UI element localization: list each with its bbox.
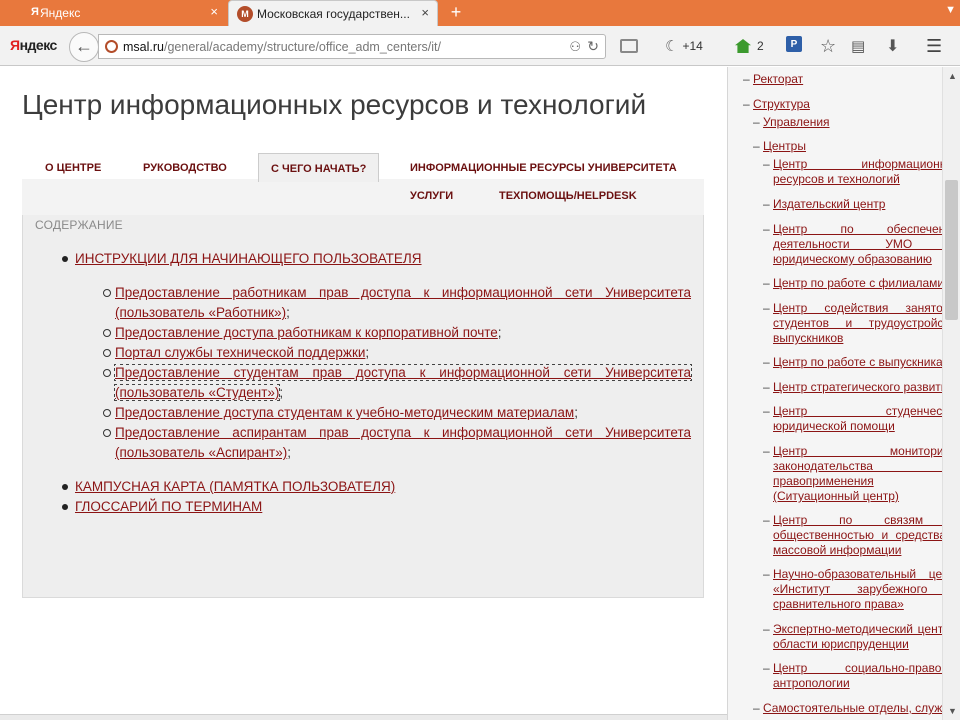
vertical-scrollbar[interactable]: ▲ ▼ [942, 67, 960, 720]
sidebar-item-pr-center[interactable]: –Центр по связям с общественностью и сре… [763, 513, 942, 558]
sidebar-item-branches-center[interactable]: – Центр по работе с филиалами [763, 276, 942, 291]
panel-heading: Содержание [35, 218, 123, 232]
sidebar-item-alumni-center[interactable]: – Центр по работе с выпускниками [763, 355, 942, 370]
sidebar-item-anthropology-center[interactable]: –Центр социально-правовой антропологии [763, 661, 942, 691]
house-icon [735, 39, 751, 53]
navigation-toolbar: Яндекс msal.ru/general/academy/structure… [0, 26, 960, 66]
list-item: Портал службы технической поддержки; [103, 343, 691, 363]
sidebar-item-legal-aid-center[interactable]: –Центр студенческой юридической помощи [763, 404, 942, 434]
tab-title: Московская государствен... [257, 7, 410, 21]
hamburger-menu-icon[interactable]: ☰ [926, 36, 942, 56]
yandex-favicon-icon: Я [31, 6, 39, 18]
tab-getting-started[interactable]: С чего начать? [258, 153, 380, 182]
list-item: Предоставление работникам прав доступа к… [103, 283, 691, 323]
close-icon[interactable]: × [421, 6, 429, 20]
sync-count: 2 [757, 39, 764, 53]
bookmarks-list-icon[interactable]: ▤ [851, 36, 865, 56]
reader-view-icon[interactable]: ⚇ [569, 39, 581, 55]
section-link-glossary[interactable]: ГЛОССАРИЙ ПО ТЕРМИНАМ [75, 499, 262, 514]
sync-widget[interactable]: 2 [735, 36, 764, 56]
sidebar-item-independent-units[interactable]: – Самостоятельные отделы, службы [753, 701, 942, 716]
tab-list-icon[interactable]: ▼ [945, 4, 956, 16]
sidebar-item-centers[interactable]: – Центры [753, 139, 806, 154]
list-item: Предоставление доступа студентам к учебн… [103, 403, 691, 423]
list-item: Предоставление студентам прав доступа к … [103, 363, 692, 403]
sidebar-item-strategy-center[interactable]: – Центр стратегического развития [763, 380, 942, 395]
address-bar[interactable]: msal.ru/general/academy/structure/office… [98, 34, 606, 59]
page-title: Центр информационных ресурсов и технолог… [22, 89, 647, 120]
url-text[interactable]: msal.ru/general/academy/structure/office… [123, 40, 441, 54]
subitem-link[interactable]: Предоставление доступа работникам к корп… [115, 325, 498, 340]
browser-tab-bar: Я Яндекс × М Московская государствен... … [0, 0, 960, 27]
pocket-icon[interactable]: P [786, 36, 802, 52]
sidebar-item-expert-center[interactable]: –Экспертно-методический центр в области … [763, 622, 942, 652]
weather-widget[interactable]: ☾ +14 [665, 36, 703, 56]
sidebar-item-publishing-center[interactable]: – Издательский центр [763, 197, 942, 212]
subitem-link[interactable]: Предоставление работникам прав доступа к… [115, 285, 691, 320]
horizontal-scrollbar[interactable] [0, 714, 727, 720]
msal-favicon-icon: М [237, 6, 253, 22]
subitem-link[interactable]: Портал службы технической поддержки [115, 345, 365, 360]
sidebar-item-comparative-law-center[interactable]: –Научно-образовательный центр «Институт … [763, 567, 942, 612]
new-tab-button[interactable]: + [447, 3, 465, 21]
subsection-list: Предоставление работникам прав доступа к… [103, 283, 692, 463]
main-content: Центр информационных ресурсов и технолог… [0, 67, 727, 720]
list-item: Предоставление доступа работникам к корп… [103, 323, 691, 343]
sidebar-item-departments[interactable]: – Управления [753, 115, 830, 130]
section-link-instructions[interactable]: ИНСТРУКЦИИ ДЛЯ НАЧИНАЮЩЕГО ПОЛЬЗОВАТЕЛЯ [75, 251, 422, 266]
section-list: ИНСТРУКЦИИ ДЛЯ НАЧИНАЮЩЕГО ПОЛЬЗОВАТЕЛЯ … [62, 249, 703, 517]
temperature: +14 [682, 39, 703, 53]
yandex-logo[interactable]: Яндекс [10, 37, 57, 53]
tab-helpdesk[interactable]: Техпомощь/HelpDesk [499, 190, 637, 202]
tab-yandex[interactable]: Я Яндекс × [6, 0, 226, 26]
tab-title: Яндекс [40, 6, 81, 20]
scroll-down-icon[interactable]: ▼ [948, 706, 957, 716]
reload-icon[interactable]: ↻ [587, 38, 599, 55]
sidebar-item-employment-center[interactable]: –Центр содействия занятости студентов и … [763, 301, 942, 346]
content-panel: Содержание ИНСТРУКЦИИ ДЛЯ НАЧИНАЮЩЕГО ПО… [22, 215, 704, 598]
structure-sidebar: – Ректорат – Структура – Управления – Центры… [727, 67, 942, 720]
tab-msal[interactable]: М Московская государствен... × [228, 0, 438, 27]
list-item: ГЛОССАРИЙ ПО ТЕРМИНАМ [62, 497, 703, 517]
site-identity-icon[interactable] [105, 40, 118, 53]
sidebar-item-it-center[interactable]: –Центр информационных ресурсов и техноло… [763, 157, 942, 187]
list-item: Предоставление аспирантам прав доступа к… [103, 423, 691, 463]
download-icon[interactable]: ⬇ [886, 36, 899, 56]
subitem-link[interactable]: Предоставление студентам прав доступа к … [114, 364, 692, 401]
bookmark-star-icon[interactable]: ☆ [820, 36, 836, 56]
tab-about[interactable]: О центре [45, 162, 101, 174]
subitem-link[interactable]: Предоставление доступа студентам к учебн… [115, 405, 574, 420]
close-icon[interactable]: × [210, 5, 218, 19]
sidebar-item-structure[interactable]: – Структура [743, 97, 810, 112]
mail-icon[interactable] [620, 39, 638, 53]
tab-services[interactable]: Услуги [410, 190, 453, 202]
list-item: КАМПУСНАЯ КАРТА (ПАМЯТКА ПОЛЬЗОВАТЕЛЯ) [62, 477, 703, 497]
sidebar-item-rectorate[interactable]: – Ректорат [743, 72, 803, 87]
back-button[interactable]: ← [69, 32, 99, 62]
sidebar-item-umo-center[interactable]: –Центр по обеспечению деятельности УМО п… [763, 222, 942, 267]
tab-university-resources[interactable]: Информационные ресурсы университета [410, 162, 677, 174]
list-item: ИНСТРУКЦИИ ДЛЯ НАЧИНАЮЩЕГО ПОЛЬЗОВАТЕЛЯ … [62, 249, 703, 463]
sidebar-item-monitoring-center[interactable]: –Центр мониторинга законодательства и пр… [763, 444, 942, 504]
scrollbar-thumb[interactable] [945, 180, 958, 320]
section-tabs: О центре Руководство С чего начать? Инфо… [22, 153, 704, 215]
tab-management[interactable]: Руководство [143, 162, 227, 174]
moon-icon: ☾ [665, 38, 679, 55]
section-link-campus-card[interactable]: КАМПУСНАЯ КАРТА (ПАМЯТКА ПОЛЬЗОВАТЕЛЯ) [75, 479, 395, 494]
subitem-link[interactable]: Предоставление аспирантам прав доступа к… [115, 425, 691, 460]
scroll-up-icon[interactable]: ▲ [948, 71, 957, 81]
